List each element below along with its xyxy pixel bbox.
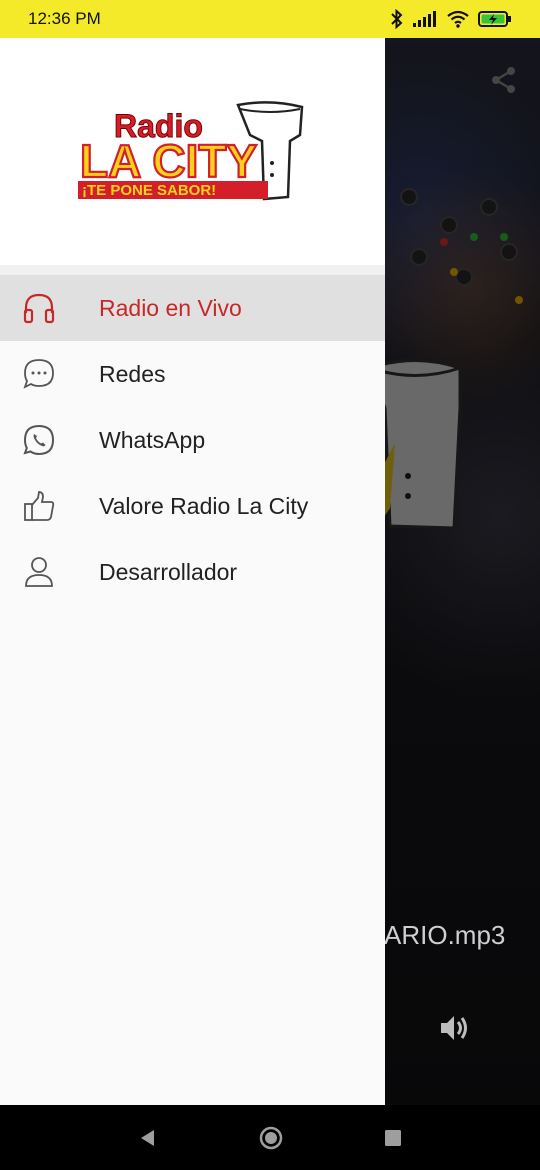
thumbs-up-icon (22, 489, 56, 523)
menu-item-redes[interactable]: Redes (0, 341, 385, 407)
bluetooth-icon (391, 9, 403, 29)
menu-item-desarrollador[interactable]: Desarrollador (0, 539, 385, 605)
menu-item-whatsapp[interactable]: WhatsApp (0, 407, 385, 473)
headphones-icon (22, 291, 56, 325)
logo-line2: LA CITY (80, 135, 257, 187)
person-icon (22, 555, 56, 589)
menu-item-label: Desarrollador (99, 558, 238, 585)
home-icon[interactable] (258, 1125, 284, 1151)
drawer-menu: Radio en Vivo Redes WhatsApp Valore Radi… (0, 275, 385, 605)
menu-item-valore[interactable]: Valore Radio La City (0, 473, 385, 539)
back-icon[interactable] (138, 1128, 158, 1148)
menu-item-label: Radio en Vivo (99, 294, 242, 321)
menu-item-label: Valore Radio La City (99, 492, 309, 519)
logo-tagline: ¡TE PONE SABOR! (82, 182, 216, 199)
chat-bubble-icon (22, 357, 56, 391)
radio-la-city-logo: Radio LA CITY ¡TE PONE SABOR! (77, 100, 303, 200)
navigation-drawer: Radio LA CITY ¡TE PONE SABOR! Radio en V… (0, 38, 385, 1105)
wifi-icon (447, 10, 469, 28)
menu-item-radio-en-vivo[interactable]: Radio en Vivo (0, 275, 385, 341)
status-bar: 12:36 PM (0, 0, 540, 38)
menu-item-label: Redes (99, 360, 166, 387)
signal-icon (413, 11, 436, 27)
battery-charging-icon (478, 11, 511, 27)
status-icons (390, 9, 512, 29)
status-time: 12:36 PM (28, 9, 101, 28)
track-file-name: ARIO.mp3 (384, 920, 506, 950)
system-nav-bar (0, 1105, 540, 1170)
recents-icon[interactable] (384, 1129, 402, 1147)
menu-item-label: WhatsApp (99, 426, 206, 453)
drawer-header: Radio LA CITY ¡TE PONE SABOR! (0, 38, 385, 275)
volume-icon[interactable] (438, 1013, 470, 1043)
whatsapp-icon (22, 423, 56, 457)
